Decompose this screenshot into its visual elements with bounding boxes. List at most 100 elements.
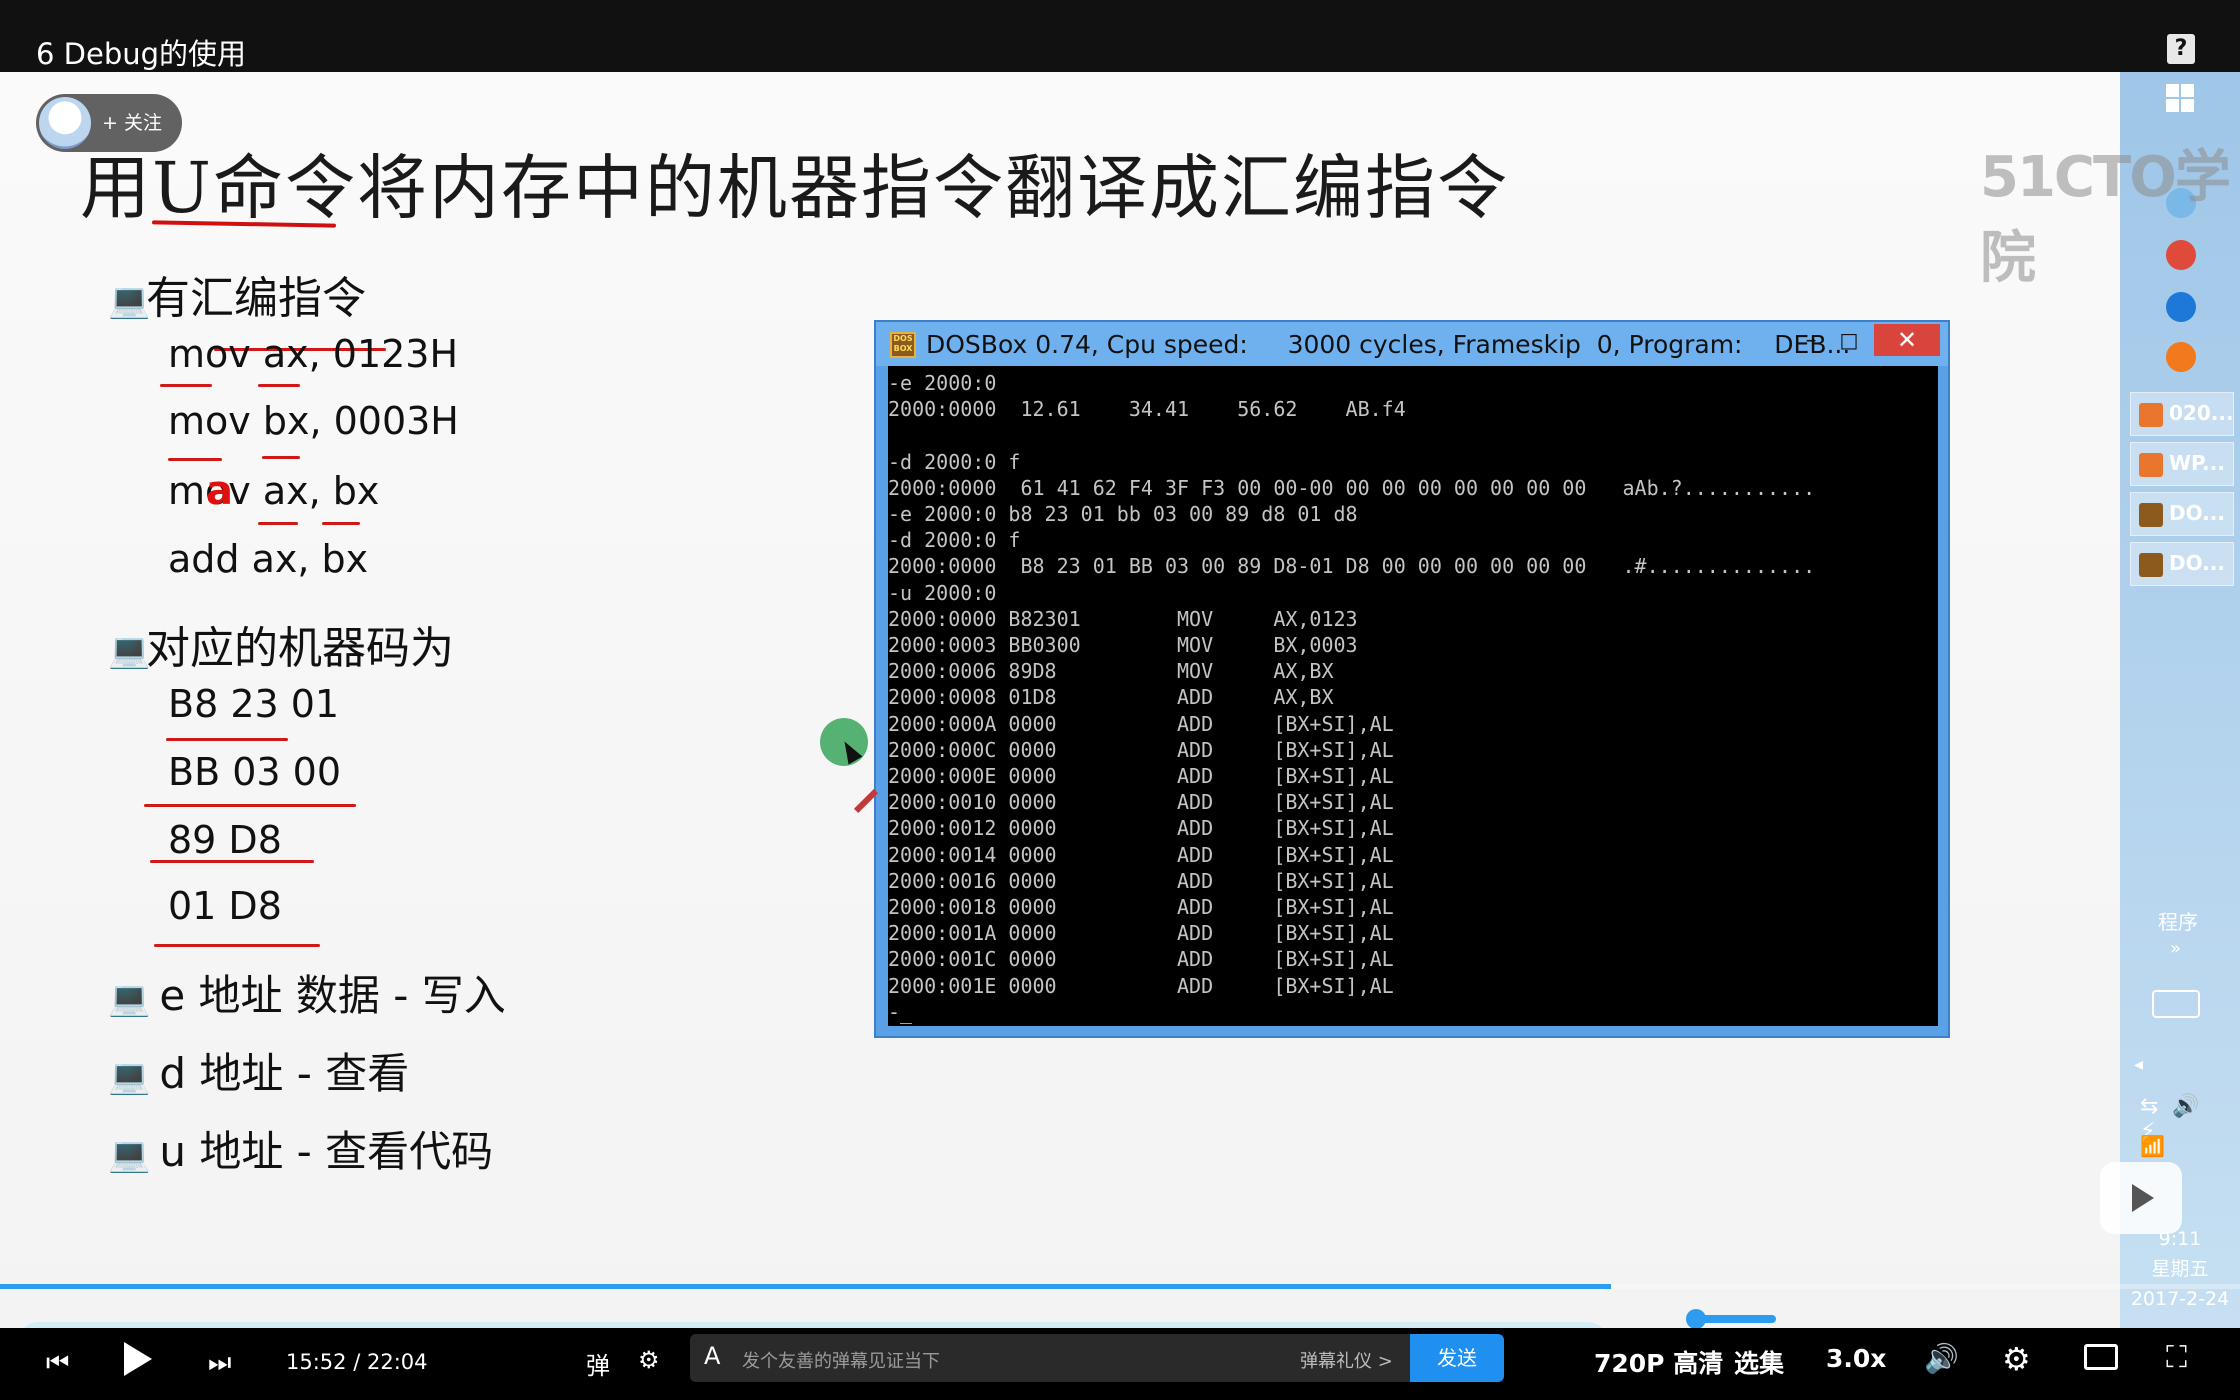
section-label: 对应的机器码为 [146, 623, 454, 674]
console-line: 2000:001C 0000 ADD [BX+SI],AL [888, 947, 1394, 972]
console-line: 2000:0000 B8 23 01 BB 03 00 89 D8-01 D8 … [888, 554, 1816, 579]
next-icon[interactable]: ⏭ [208, 1348, 231, 1379]
annotation-underline [166, 738, 288, 741]
quality-selector[interactable]: 720P 高清 [1594, 1344, 1723, 1380]
play-button[interactable] [124, 1342, 152, 1376]
command-text: d 地址 - 查看 [159, 1049, 410, 1098]
danmaku-placeholder[interactable]: 发个友善的弹幕见证当下 [742, 1347, 940, 1373]
dosbox-icon [2139, 553, 2163, 577]
annotation-underline [150, 860, 314, 863]
player-controls: ⏮ ⏭ 15:52 / 22:04 弹 ⚙ A 发个友善的弹幕见证当下 弹幕礼仪… [0, 1328, 2240, 1400]
command-text: e 地址 数据 - 写入 [159, 971, 506, 1020]
annotation-underline [258, 522, 298, 525]
progress-bar[interactable] [0, 1284, 2240, 1289]
console-line: 2000:0000 12.61 34.41 56.62 AB.f4 [888, 397, 1406, 422]
signal-icon[interactable]: 📶 [2140, 1134, 2165, 1158]
code-line: mov ax, bx [168, 469, 380, 513]
command-u: 💻 u 地址 - 查看代码 [108, 1118, 493, 1179]
previous-icon[interactable]: ⏮ [46, 1348, 69, 1379]
annotation-underline [322, 522, 360, 525]
progress-fill [0, 1284, 1611, 1289]
computer-icon: 💻 [108, 631, 151, 671]
section-heading-machine-code: 💻对应的机器码为 [108, 612, 454, 676]
episodes-button[interactable]: 选集 [1734, 1344, 1784, 1380]
console-line: -d 2000:0 f [888, 449, 1021, 474]
annotation-underline [154, 944, 320, 947]
maximize-button[interactable]: □ [1832, 328, 1866, 356]
watermark-logo: 51CTO学院 [1980, 145, 2231, 291]
annotation-underline [262, 456, 300, 459]
slide-title: 用U命令将内存中的机器指令翻译成汇编指令 [80, 147, 1509, 229]
danmaku-input[interactable]: A 发个友善的弹幕见证当下 弹幕礼仪 > [690, 1334, 1410, 1382]
dosbox-window[interactable]: DOS BOX DOSBox 0.74, Cpu speed: 3000 cyc… [874, 320, 1950, 1038]
chevron-left-icon[interactable]: ◂ [2134, 1054, 2143, 1075]
clock-weekday: 星期五 [2151, 1258, 2209, 1280]
annotation-underline [258, 384, 300, 387]
console-line: 2000:001A 0000 ADD [BX+SI],AL [888, 921, 1394, 946]
time-display: 15:52 / 22:04 [286, 1350, 428, 1374]
speed-selector[interactable]: 3.0x [1826, 1344, 1886, 1373]
minimize-button[interactable]: – [1794, 328, 1828, 356]
computer-icon: 💻 [108, 1056, 151, 1097]
console-output: -e 2000:0 2000:0000 12.61 34.41 56.62 AB.… [888, 370, 1815, 1025]
section-heading-assembly: 💻有汇编指令 [108, 262, 366, 326]
time-separator: / [353, 1350, 361, 1374]
console-line: 2000:0000 61 41 62 F4 3F F3 00 00-00 00 … [888, 475, 1816, 500]
computer-icon: 💻 [108, 281, 151, 321]
picture-in-picture-icon[interactable] [2084, 1344, 2118, 1370]
close-button[interactable]: ✕ [1874, 324, 1940, 356]
command-d: 💻 d 地址 - 查看 [108, 1040, 409, 1101]
dosbox-title: DOSBox 0.74, Cpu speed: 3000 cycles, Fra… [926, 330, 1851, 359]
browser-icon[interactable] [2166, 292, 2196, 322]
wps-presentation-icon [2139, 403, 2163, 427]
section-label: 有汇编指令 [146, 273, 366, 324]
danmaku-style-icon[interactable]: A [704, 1342, 720, 1370]
top-bar: 6 Debug的使用 ? [0, 0, 2240, 72]
console-line: -e 2000:0 b8 23 01 bb 03 00 89 d8 01 d8 [888, 502, 1358, 527]
keyboard-icon[interactable] [2152, 990, 2200, 1018]
console-line: -u 2000:0 [888, 580, 997, 605]
machine-code-line: BB 03 00 [168, 750, 342, 794]
danmaku-settings-icon[interactable]: ⚙ [638, 1346, 660, 1374]
console-line: 2000:000E 0000 ADD [BX+SI],AL [888, 764, 1394, 789]
total-time: 22:04 [366, 1350, 428, 1374]
taskbar-item[interactable]: 020... [2130, 392, 2234, 436]
console-line: 2000:0016 0000 ADD [BX+SI],AL [888, 868, 1394, 893]
taskbar-item[interactable]: DO... [2130, 492, 2234, 536]
console-line: 2000:0010 0000 ADD [BX+SI],AL [888, 790, 1394, 815]
machine-code-line: 89 D8 [168, 818, 282, 862]
console-line: -d 2000:0 f [888, 528, 1021, 553]
fullscreen-icon[interactable]: ⛶ [2166, 1340, 2187, 1375]
console-line: 2000:000A 0000 ADD [BX+SI],AL [888, 711, 1394, 736]
annotation-mark: a [206, 468, 233, 514]
taskbar-item[interactable]: DO... [2130, 542, 2234, 586]
settings-icon[interactable]: ⚙ [2002, 1340, 2031, 1378]
command-e: 💻 e 地址 数据 - 写入 [108, 962, 506, 1023]
console-line: 2000:0000 B82301 MOV AX,0123 [888, 606, 1358, 631]
console-line: -_ [888, 999, 913, 1024]
dosbox-console[interactable]: -e 2000:0 2000:0000 12.61 34.41 56.62 AB.… [888, 366, 1938, 1026]
help-icon[interactable]: ? [2167, 34, 2195, 64]
console-line: 2000:0008 01D8 ADD AX,BX [888, 685, 1334, 710]
play-icon [2132, 1184, 2154, 1212]
machine-code-line: B8 23 01 [168, 682, 340, 726]
code-line: mov ax, 0123H [168, 332, 459, 376]
program-label[interactable]: 程序 [2158, 906, 2198, 935]
system-clock[interactable]: 9:11 星期五 2017-2-24 [2120, 1224, 2240, 1314]
current-time: 15:52 [286, 1350, 347, 1374]
volume-icon[interactable]: 🔊 [1924, 1342, 1959, 1375]
annotation-underline [168, 458, 222, 461]
dosbox-titlebar[interactable]: DOS BOX DOSBox 0.74, Cpu speed: 3000 cyc… [876, 322, 1948, 366]
taskbar-item-label: DO... [2169, 551, 2225, 575]
danmaku-toggle-icon[interactable]: 弹 [586, 1346, 610, 1381]
volume-slider[interactable] [1686, 1309, 1776, 1329]
danmaku-etiquette-link[interactable]: 弹幕礼仪 > [1300, 1347, 1393, 1373]
command-text: u 地址 - 查看代码 [159, 1127, 494, 1176]
console-line: 2000:000C 0000 ADD [BX+SI],AL [888, 737, 1394, 762]
taskbar-item[interactable]: WP... [2130, 442, 2234, 486]
windows-logo-icon[interactable] [2166, 84, 2194, 112]
firefox-icon[interactable] [2166, 342, 2196, 372]
taskbar-item-label: DO... [2169, 501, 2225, 525]
chevron-down-icon[interactable]: » [2170, 938, 2181, 959]
send-button[interactable]: 发送 [1410, 1334, 1504, 1382]
